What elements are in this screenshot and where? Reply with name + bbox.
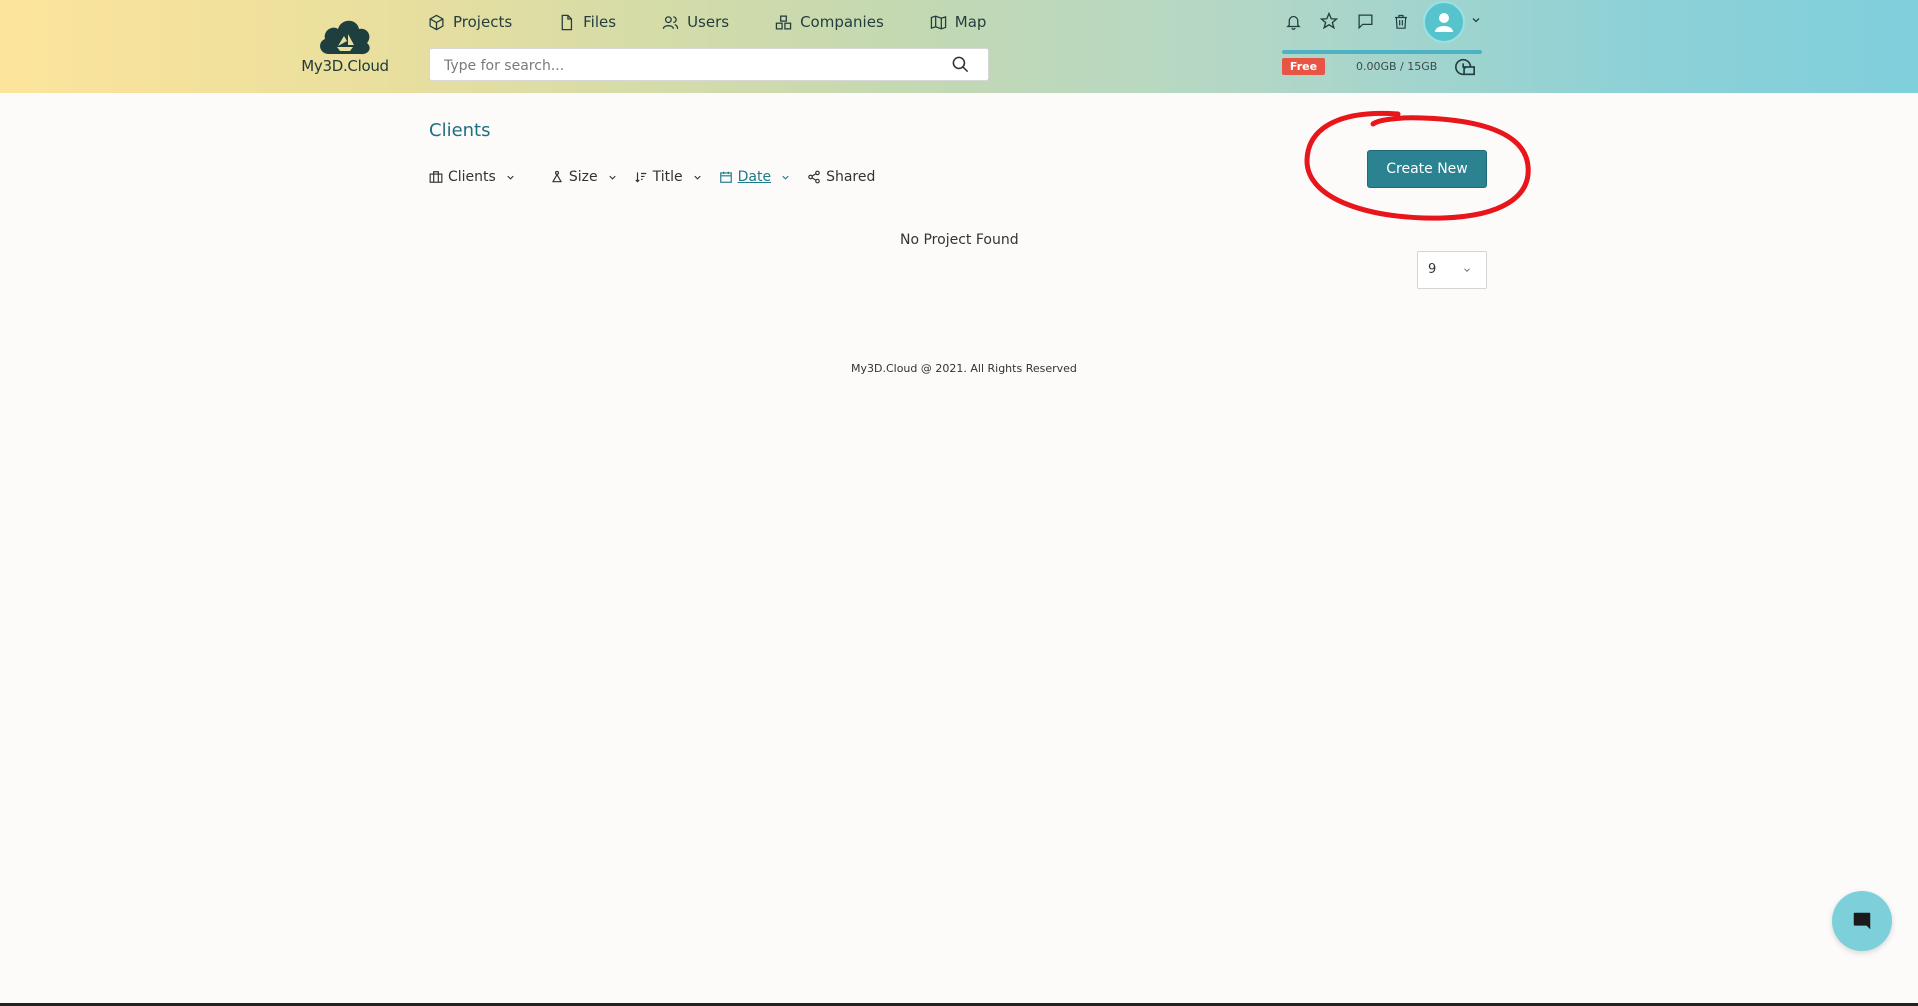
- chevron-down-icon: [782, 175, 789, 180]
- empty-state-message: No Project Found: [900, 232, 1019, 248]
- nav-files[interactable]: Files: [558, 13, 616, 31]
- chevron-down-icon: [608, 175, 616, 180]
- chevron-down-icon[interactable]: [1470, 14, 1482, 26]
- page-title: Clients: [429, 120, 491, 141]
- messages-button[interactable]: [1354, 10, 1376, 32]
- main-nav: Projects Files Users Companies Map: [428, 10, 1032, 34]
- storage-progress-bar: [1282, 50, 1482, 54]
- chat-icon: [1853, 912, 1871, 930]
- storage-usage: 0.00GB / 15GB: [1356, 60, 1438, 73]
- star-icon: [1320, 12, 1338, 30]
- bell-icon: [1285, 15, 1301, 30]
- date-sort-dropdown[interactable]: Date: [719, 169, 791, 185]
- shared-filter-button[interactable]: Shared: [807, 169, 875, 185]
- calendar-icon: [719, 171, 732, 183]
- title-sort-dropdown[interactable]: Title: [634, 169, 703, 185]
- shared-filter-label: Shared: [826, 169, 876, 185]
- user-avatar-icon: [1435, 13, 1453, 32]
- search-input[interactable]: [442, 49, 946, 82]
- create-new-button[interactable]: Create New: [1367, 150, 1487, 188]
- footer-copyright: My3D.Cloud @ 2021. All Rights Reserved: [851, 362, 1077, 375]
- chat-widget-button[interactable]: [1832, 891, 1892, 951]
- date-sort-label: Date: [737, 169, 772, 185]
- avatar[interactable]: [1423, 1, 1465, 43]
- clients-filter-dropdown[interactable]: Clients: [429, 169, 516, 185]
- per-page-select[interactable]: 9: [1417, 251, 1487, 289]
- filter-toolbar: Clients Size Title Date Shared: [429, 166, 875, 188]
- search-icon[interactable]: [951, 55, 970, 74]
- nav-users-label: Users: [687, 13, 730, 31]
- trash-button[interactable]: [1390, 10, 1412, 32]
- clients-filter-label: Clients: [448, 169, 496, 185]
- nav-companies-label: Companies: [800, 13, 884, 31]
- nav-users[interactable]: Users: [662, 13, 729, 31]
- trash-icon: [1395, 14, 1407, 29]
- cloud-logo-icon: [320, 20, 370, 55]
- nav-companies[interactable]: Companies: [775, 13, 884, 31]
- nav-projects[interactable]: Projects: [428, 13, 512, 31]
- chevron-down-icon: [1464, 268, 1470, 272]
- favorites-button[interactable]: [1318, 10, 1340, 32]
- sort-icon: [634, 172, 646, 183]
- nav-files-label: Files: [583, 13, 617, 31]
- users-icon: [662, 15, 679, 29]
- top-header: My3D.Cloud Projects Files Users Companie…: [0, 0, 1918, 93]
- header-icons: [1282, 10, 1426, 32]
- upgrade-storage-icon[interactable]: [1454, 56, 1476, 78]
- share-icon: [808, 170, 820, 184]
- size-sort-dropdown[interactable]: Size: [550, 169, 618, 185]
- brand-logo[interactable]: My3D.Cloud: [300, 12, 390, 80]
- chevron-down-icon: [693, 175, 701, 180]
- chevron-down-icon: [507, 175, 514, 180]
- cube-icon: [429, 14, 444, 30]
- brand-name: My3D.Cloud: [301, 57, 389, 75]
- size-icon: [552, 170, 562, 183]
- nav-map-label: Map: [954, 13, 987, 31]
- briefcase-icon: [429, 171, 443, 183]
- search-box: [429, 48, 989, 82]
- file-icon: [561, 14, 573, 30]
- per-page-value: 9: [1428, 262, 1437, 277]
- chat-bubble-icon: [1357, 13, 1373, 29]
- nav-map[interactable]: Map: [930, 13, 987, 31]
- notifications-button[interactable]: [1282, 10, 1304, 32]
- plan-badge: Free: [1282, 58, 1325, 75]
- companies-icon: [775, 14, 792, 30]
- size-sort-label: Size: [568, 169, 598, 185]
- nav-projects-label: Projects: [453, 13, 513, 31]
- map-icon: [930, 14, 947, 30]
- title-sort-label: Title: [652, 169, 683, 185]
